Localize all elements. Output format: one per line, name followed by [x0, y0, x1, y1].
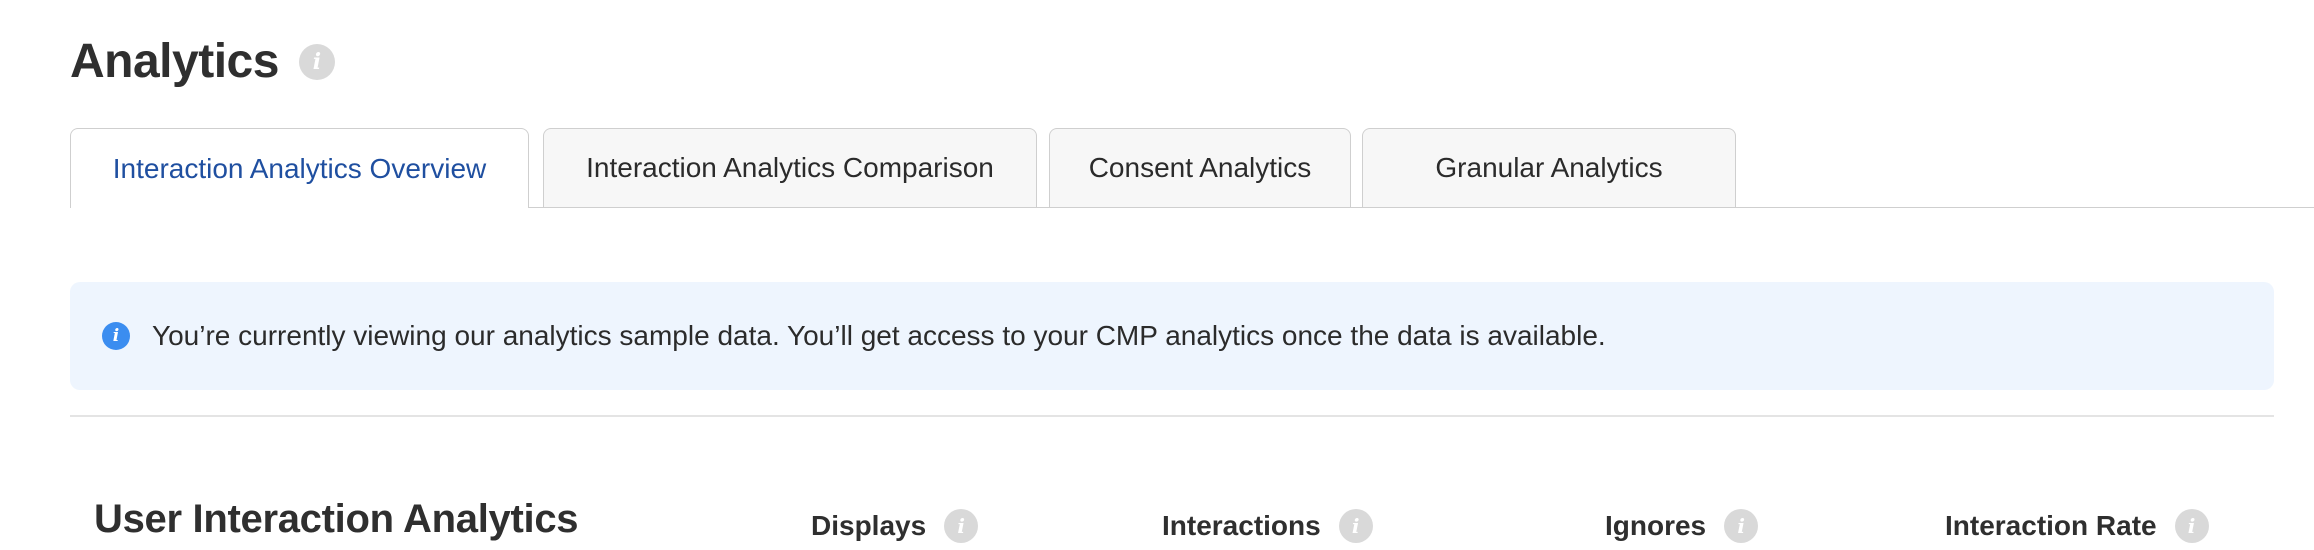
section-title: User Interaction Analytics [94, 497, 579, 541]
metric-label: Ignores [1605, 510, 1707, 541]
info-icon[interactable]: i [2174, 509, 2209, 543]
metric-label: Interaction Rate [1945, 510, 2157, 541]
metric-label: Interactions [1162, 510, 1321, 541]
page-title: Analytics [70, 35, 279, 88]
info-icon[interactable]: i [1724, 509, 1759, 543]
metric-interactions: Interactions i [1162, 509, 1373, 543]
info-icon[interactable]: i [298, 43, 335, 80]
analytics-page: Analytics i Interaction Analytics Overvi… [0, 0, 2314, 550]
sample-data-notice: i You’re currently viewing our analytics… [70, 282, 2274, 390]
metric-interaction-rate: Interaction Rate i [1945, 509, 2209, 543]
tab-interaction-analytics-overview[interactable]: Interaction Analytics Overview [70, 128, 529, 208]
metric-ignores: Ignores i [1605, 509, 1759, 543]
tab-interaction-analytics-comparison[interactable]: Interaction Analytics Comparison [543, 128, 1037, 207]
info-icon[interactable]: i [1338, 509, 1373, 543]
tab-granular-analytics[interactable]: Granular Analytics [1362, 128, 1736, 207]
info-icon: i [102, 322, 130, 350]
tab-bar: Interaction Analytics Overview Interacti… [70, 128, 2314, 208]
page-header: Analytics i [70, 34, 335, 89]
section-divider [70, 415, 2274, 417]
tab-consent-analytics[interactable]: Consent Analytics [1049, 128, 1351, 207]
notice-text: You’re currently viewing our analytics s… [152, 320, 1606, 351]
metric-displays: Displays i [811, 509, 979, 543]
metric-label: Displays [811, 510, 927, 541]
info-icon[interactable]: i [944, 509, 979, 543]
